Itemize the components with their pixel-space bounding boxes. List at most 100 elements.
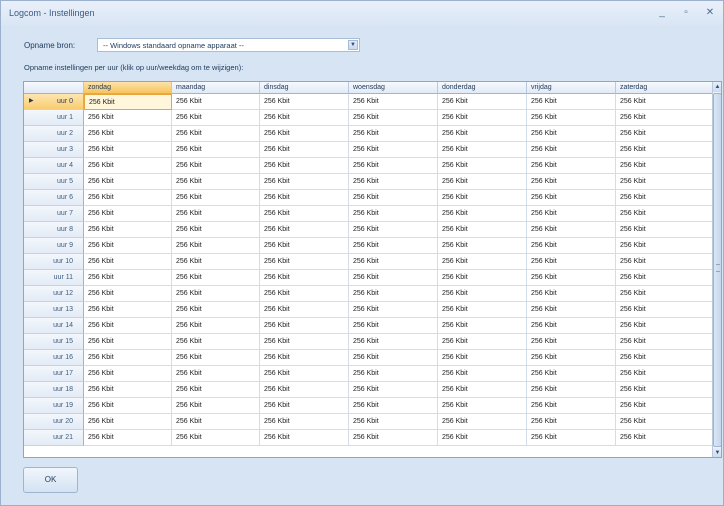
grid-cell[interactable]: 256 Kbit <box>527 382 616 398</box>
grid-cell[interactable]: 256 Kbit <box>84 190 172 206</box>
grid-cell[interactable]: 256 Kbit <box>527 286 616 302</box>
grid-cell[interactable]: 256 Kbit <box>260 222 349 238</box>
column-header-zaterdag[interactable]: zaterdag <box>616 82 714 94</box>
grid-cell[interactable]: 256 Kbit <box>260 206 349 222</box>
grid-cell[interactable]: 256 Kbit <box>349 158 438 174</box>
chevron-down-icon[interactable]: ▼ <box>348 40 358 50</box>
grid-cell[interactable]: 256 Kbit <box>438 382 527 398</box>
grid-cell[interactable]: 256 Kbit <box>616 430 714 446</box>
grid-cell[interactable]: 256 Kbit <box>349 142 438 158</box>
grid-cell[interactable]: 256 Kbit <box>172 302 260 318</box>
row-header[interactable]: uur 4 <box>24 158 84 174</box>
grid-cell[interactable]: 256 Kbit <box>260 158 349 174</box>
grid-cell[interactable]: 256 Kbit <box>260 238 349 254</box>
grid-cell[interactable]: 256 Kbit <box>527 414 616 430</box>
grid-cell[interactable]: 256 Kbit <box>172 414 260 430</box>
grid-cell[interactable]: 256 Kbit <box>172 430 260 446</box>
grid-cell[interactable]: 256 Kbit <box>172 142 260 158</box>
grid-cell[interactable]: 256 Kbit <box>527 94 616 110</box>
grid-cell[interactable]: 256 Kbit <box>438 350 527 366</box>
grid-cell[interactable]: 256 Kbit <box>349 270 438 286</box>
grid-cell[interactable]: 256 Kbit <box>527 334 616 350</box>
grid-cell[interactable]: 256 Kbit <box>349 286 438 302</box>
grid-cell[interactable]: 256 Kbit <box>438 126 527 142</box>
row-header[interactable]: uur 13 <box>24 302 84 318</box>
scroll-up-icon[interactable]: ▲ <box>713 82 721 92</box>
grid-cell[interactable]: 256 Kbit <box>527 430 616 446</box>
grid-cell[interactable]: 256 Kbit <box>349 414 438 430</box>
grid-cell[interactable]: 256 Kbit <box>527 398 616 414</box>
grid-cell[interactable]: 256 Kbit <box>84 366 172 382</box>
grid-cell[interactable]: 256 Kbit <box>438 206 527 222</box>
grid-cell[interactable]: 256 Kbit <box>349 254 438 270</box>
grid-cell[interactable]: 256 Kbit <box>172 158 260 174</box>
grid-cell[interactable]: 256 Kbit <box>172 254 260 270</box>
grid-cell[interactable]: 256 Kbit <box>616 110 714 126</box>
row-header[interactable]: uur 3 <box>24 142 84 158</box>
grid-cell[interactable]: 256 Kbit <box>260 126 349 142</box>
grid-cell[interactable]: 256 Kbit <box>616 398 714 414</box>
column-header-vrijdag[interactable]: vrijdag <box>527 82 616 94</box>
grid-cell[interactable]: 256 Kbit <box>84 382 172 398</box>
grid-cell[interactable]: 256 Kbit <box>172 94 260 110</box>
grid-cell[interactable]: 256 Kbit <box>84 334 172 350</box>
grid-cell[interactable]: 256 Kbit <box>438 94 527 110</box>
grid-cell[interactable]: 256 Kbit <box>616 334 714 350</box>
grid-cell[interactable]: 256 Kbit <box>172 286 260 302</box>
maximize-icon[interactable]: ▫ <box>677 6 695 20</box>
grid-cell[interactable]: 256 Kbit <box>172 206 260 222</box>
grid-cell[interactable]: 256 Kbit <box>616 126 714 142</box>
row-header[interactable]: uur 7 <box>24 206 84 222</box>
grid-cell[interactable]: 256 Kbit <box>84 286 172 302</box>
grid-cell[interactable]: 256 Kbit <box>84 414 172 430</box>
row-header[interactable]: uur 8 <box>24 222 84 238</box>
grid-cell[interactable]: 256 Kbit <box>616 206 714 222</box>
grid-cell[interactable]: 256 Kbit <box>616 414 714 430</box>
row-header[interactable]: uur 10 <box>24 254 84 270</box>
grid-cell[interactable]: 256 Kbit <box>616 318 714 334</box>
grid-cell[interactable]: 256 Kbit <box>260 302 349 318</box>
grid-cell[interactable]: 256 Kbit <box>438 238 527 254</box>
close-icon[interactable]: ✕ <box>701 6 719 20</box>
grid-cell[interactable]: 256 Kbit <box>349 430 438 446</box>
grid-cell[interactable]: 256 Kbit <box>438 318 527 334</box>
column-header-woensdag[interactable]: woensdag <box>349 82 438 94</box>
grid-cell[interactable]: 256 Kbit <box>527 238 616 254</box>
grid-cell[interactable]: 256 Kbit <box>616 190 714 206</box>
grid-cell[interactable]: 256 Kbit <box>84 254 172 270</box>
recording-source-select[interactable]: -- Windows standaard opname apparaat -- … <box>97 38 360 52</box>
grid-cell[interactable]: 256 Kbit <box>349 206 438 222</box>
grid-cell[interactable]: 256 Kbit <box>84 222 172 238</box>
grid-cell[interactable]: 256 Kbit <box>438 158 527 174</box>
grid-cell[interactable]: 256 Kbit <box>349 126 438 142</box>
grid-cell[interactable]: 256 Kbit <box>616 350 714 366</box>
grid-cell[interactable]: 256 Kbit <box>172 318 260 334</box>
grid-cell[interactable]: 256 Kbit <box>172 174 260 190</box>
grid-cell[interactable]: 256 Kbit <box>349 366 438 382</box>
row-header[interactable]: uur 12 <box>24 286 84 302</box>
grid-corner-header[interactable] <box>24 82 84 94</box>
grid-cell[interactable]: 256 Kbit <box>172 398 260 414</box>
grid-cell[interactable]: 256 Kbit <box>616 158 714 174</box>
grid-cell[interactable]: 256 Kbit <box>527 142 616 158</box>
grid-cell[interactable]: 256 Kbit <box>260 174 349 190</box>
grid-cell[interactable]: 256 Kbit <box>172 190 260 206</box>
grid-cell[interactable]: 256 Kbit <box>84 350 172 366</box>
grid-cell[interactable]: 256 Kbit <box>260 286 349 302</box>
grid-cell[interactable]: 256 Kbit <box>527 110 616 126</box>
grid-cell[interactable]: 256 Kbit <box>527 302 616 318</box>
grid-cell[interactable]: 256 Kbit <box>84 206 172 222</box>
grid-cell[interactable]: 256 Kbit <box>260 334 349 350</box>
grid-cell[interactable]: 256 Kbit <box>616 222 714 238</box>
grid-cell[interactable]: 256 Kbit <box>616 302 714 318</box>
grid-cell[interactable]: 256 Kbit <box>527 222 616 238</box>
grid-cell[interactable]: 256 Kbit <box>438 190 527 206</box>
grid-cell[interactable]: 256 Kbit <box>260 398 349 414</box>
grid-cell[interactable]: 256 Kbit <box>84 238 172 254</box>
grid-cell[interactable]: 256 Kbit <box>84 94 172 110</box>
grid-cell[interactable]: 256 Kbit <box>616 286 714 302</box>
grid-cell[interactable]: 256 Kbit <box>84 158 172 174</box>
grid-cell[interactable]: 256 Kbit <box>172 366 260 382</box>
grid-cell[interactable]: 256 Kbit <box>84 302 172 318</box>
grid-cell[interactable]: 256 Kbit <box>172 270 260 286</box>
